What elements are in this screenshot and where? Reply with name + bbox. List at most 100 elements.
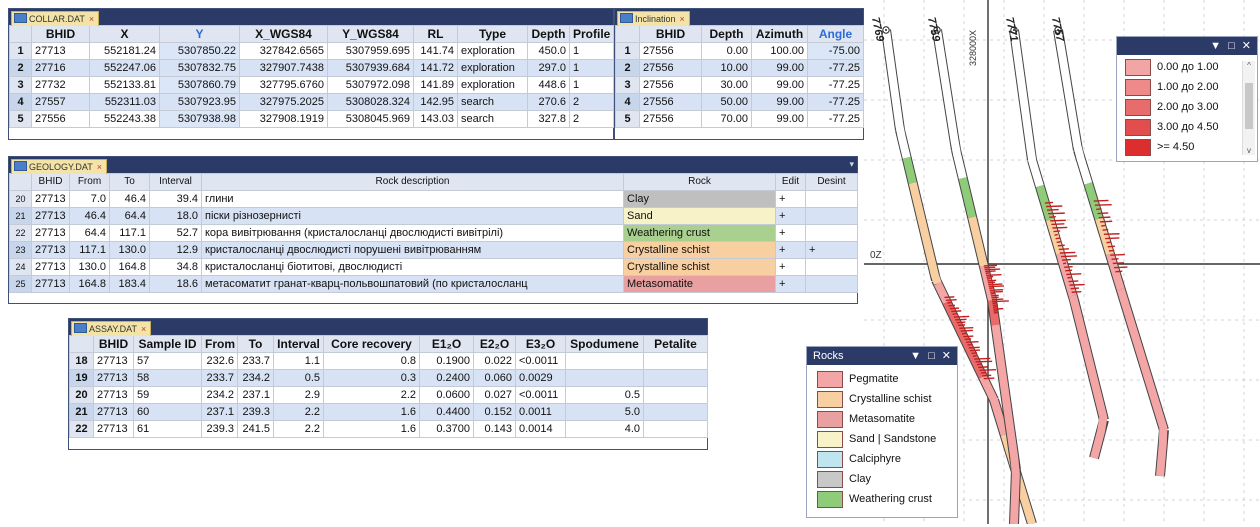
- table-cell[interactable]: [805, 224, 858, 242]
- table-cell[interactable]: 0.1900: [419, 352, 474, 370]
- table-cell[interactable]: 327795.6760: [239, 76, 328, 94]
- row-number[interactable]: 22: [9, 224, 32, 242]
- table-cell[interactable]: 5307923.95: [159, 93, 240, 111]
- table-row[interactable]: 5 27556 552243.38 5307938.98 327908.1919 5308…: [9, 110, 614, 128]
- table-cell[interactable]: 27556: [639, 59, 702, 77]
- scroll-thumb[interactable]: [1245, 83, 1253, 129]
- table-cell[interactable]: 5307832.75: [159, 59, 240, 77]
- collar-tab[interactable]: COLLAR.DAT ×: [11, 11, 100, 26]
- table-cell[interactable]: 5307850.22: [159, 42, 240, 60]
- table-cell[interactable]: 27556: [639, 42, 702, 60]
- table-cell[interactable]: 5307939.684: [327, 59, 414, 77]
- close-icon[interactable]: ×: [89, 14, 94, 24]
- table-cell[interactable]: 99.00: [751, 59, 808, 77]
- table-cell[interactable]: 448.6: [527, 76, 570, 94]
- table-cell[interactable]: [643, 403, 708, 421]
- column-header[interactable]: Sample ID: [133, 335, 202, 353]
- table-cell[interactable]: [805, 275, 858, 293]
- table-cell[interactable]: 241.5: [237, 420, 274, 438]
- table-cell[interactable]: 5307860.79: [159, 76, 240, 94]
- table-cell[interactable]: 100.00: [751, 42, 808, 60]
- column-header[interactable]: Desint: [805, 173, 858, 191]
- row-number[interactable]: 25: [9, 275, 32, 293]
- row-number[interactable]: 1: [9, 42, 32, 60]
- scroll-up-icon[interactable]: ^: [1243, 61, 1255, 70]
- legend-item[interactable]: Clay: [807, 469, 957, 489]
- column-header[interactable]: To: [237, 335, 274, 353]
- column-header[interactable]: Y: [159, 25, 240, 43]
- table-cell[interactable]: +: [775, 190, 806, 208]
- table-cell[interactable]: 27713: [93, 369, 134, 387]
- table-cell[interactable]: 270.6: [527, 93, 570, 111]
- row-number[interactable]: 20: [69, 386, 94, 404]
- table-row[interactable]: 19 27713 58 233.7 234.2 0.5 0.3 0.2400 0.060 0.00…: [69, 369, 708, 387]
- table-cell[interactable]: 0.2400: [419, 369, 474, 387]
- table-cell[interactable]: -77.25: [807, 76, 864, 94]
- table-cell[interactable]: 2.2: [323, 386, 420, 404]
- table-cell[interactable]: 1: [569, 59, 614, 77]
- table-cell[interactable]: +: [775, 224, 806, 242]
- table-row[interactable]: 21 27713 60 237.1 239.3 2.2 1.6 0.4400 0.152 0.00…: [69, 403, 708, 421]
- table-cell[interactable]: 61: [133, 420, 202, 438]
- table-cell[interactable]: 27713: [31, 224, 70, 242]
- table-cell[interactable]: 64.4: [109, 207, 150, 225]
- table-cell[interactable]: [565, 352, 644, 370]
- table-cell[interactable]: 2: [569, 93, 614, 111]
- table-cell[interactable]: 10.00: [701, 59, 752, 77]
- table-cell[interactable]: 552181.24: [89, 42, 160, 60]
- table-cell[interactable]: 27713: [31, 42, 90, 60]
- table-cell[interactable]: кристалосланці двослюдисті порушені виві…: [201, 241, 624, 259]
- table-cell[interactable]: 2.9: [273, 386, 324, 404]
- table-cell[interactable]: 552311.03: [89, 93, 160, 111]
- table-cell[interactable]: 142.95: [413, 93, 458, 111]
- table-cell[interactable]: Clay: [623, 190, 776, 208]
- table-cell[interactable]: 0.0029: [515, 369, 566, 387]
- table-cell[interactable]: Crystalline schist: [623, 241, 776, 259]
- table-cell[interactable]: [565, 369, 644, 387]
- table-row[interactable]: 24 27713 130.0 164.8 34.8 кристалосланці біот…: [9, 258, 858, 276]
- row-number[interactable]: 20: [9, 190, 32, 208]
- table-cell[interactable]: +: [775, 241, 806, 259]
- table-cell[interactable]: 27556: [639, 76, 702, 94]
- column-header[interactable]: E1₂O: [419, 335, 474, 353]
- table-cell[interactable]: 27713: [93, 352, 134, 370]
- table-cell[interactable]: 237.1: [237, 386, 274, 404]
- table-cell[interactable]: [805, 258, 858, 276]
- column-header[interactable]: Y_WGS84: [327, 25, 414, 43]
- table-row[interactable]: 1 27556 0.00 100.00 -75.00: [615, 42, 864, 60]
- close-icon[interactable]: ×: [680, 14, 685, 24]
- assay-tab[interactable]: ASSAY.DAT ×: [71, 321, 152, 336]
- row-number[interactable]: 22: [69, 420, 94, 438]
- column-header[interactable]: X_WGS84: [239, 25, 328, 43]
- table-cell[interactable]: 164.8: [109, 258, 150, 276]
- column-header[interactable]: Interval: [273, 335, 324, 353]
- table-cell[interactable]: 99.00: [751, 76, 808, 94]
- table-cell[interactable]: 5308045.969: [327, 110, 414, 128]
- table-cell[interactable]: 27556: [639, 93, 702, 111]
- table-cell[interactable]: Weathering crust: [623, 224, 776, 242]
- column-header[interactable]: Azimuth: [751, 25, 808, 43]
- table-cell[interactable]: 64.4: [69, 224, 110, 242]
- table-cell[interactable]: 0.00: [701, 42, 752, 60]
- table-cell[interactable]: 164.8: [69, 275, 110, 293]
- table-cell[interactable]: 0.0600: [419, 386, 474, 404]
- table-cell[interactable]: 50.00: [701, 93, 752, 111]
- table-cell[interactable]: 1.6: [323, 403, 420, 421]
- column-header[interactable]: X: [89, 25, 160, 43]
- column-header[interactable]: From: [69, 173, 110, 191]
- column-header[interactable]: Depth: [527, 25, 570, 43]
- legend-item[interactable]: Sand | Sandstone: [807, 429, 957, 449]
- table-cell[interactable]: 46.4: [69, 207, 110, 225]
- rocks-legend-titlebar[interactable]: Rocks ▼ □ ✕: [807, 347, 957, 365]
- table-cell[interactable]: 233.7: [237, 352, 274, 370]
- table-cell[interactable]: 57: [133, 352, 202, 370]
- table-cell[interactable]: [643, 352, 708, 370]
- table-cell[interactable]: 2.2: [273, 420, 324, 438]
- table-row[interactable]: 22 27713 64.4 117.1 52.7 кора вивітрювання (к…: [9, 224, 858, 242]
- legend-item[interactable]: Metasomatite: [807, 409, 957, 429]
- tab-dropdown-icon[interactable]: ▾: [849, 159, 854, 170]
- table-cell[interactable]: 7.0: [69, 190, 110, 208]
- table-cell[interactable]: 4.0: [565, 420, 644, 438]
- table-cell[interactable]: 233.7: [201, 369, 238, 387]
- table-cell[interactable]: 5.0: [565, 403, 644, 421]
